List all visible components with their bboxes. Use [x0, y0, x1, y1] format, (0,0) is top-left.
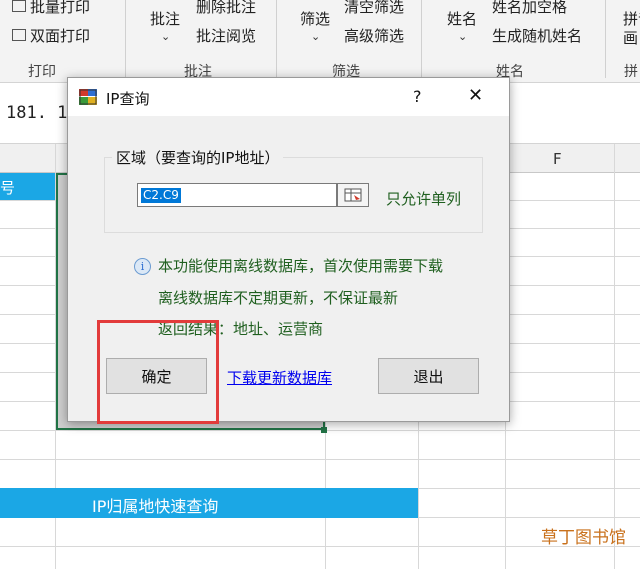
range-value: C2.C9	[141, 188, 181, 203]
delete-comment-button[interactable]: 删除批注	[196, 0, 256, 17]
duplex-icon	[12, 29, 26, 41]
group-label-print: 打印	[28, 64, 56, 80]
pinyin-button[interactable]: 拼音	[623, 8, 640, 29]
ribbon-separator	[421, 0, 422, 78]
range-select-icon	[344, 188, 362, 202]
info-line-1: 本功能使用离线数据库，首次使用需要下载	[158, 257, 444, 275]
dialog-titlebar[interactable]: IP查询 ? ✕	[68, 78, 509, 116]
grid-line	[0, 430, 640, 431]
batch-print-button[interactable]: 批量打印	[12, 0, 90, 17]
watermark-text: 草丁图书馆	[541, 528, 626, 548]
filter-button[interactable]: 筛选	[300, 8, 330, 29]
duplex-print-button[interactable]: 双面打印	[12, 25, 90, 46]
chevron-down-icon: ⌄	[458, 30, 468, 43]
group-label-pinyin: 拼	[624, 64, 638, 80]
range-input[interactable]: C2.C9	[137, 183, 337, 207]
header-cell[interactable]: 号	[0, 173, 55, 200]
pinyin-button-line2: 画	[623, 29, 639, 47]
blue-title-cell[interactable]: IP归属地快速查询	[0, 488, 418, 518]
name-add-space-button[interactable]: 姓名加空格	[492, 0, 567, 17]
info-icon: i	[134, 258, 151, 275]
grid-line	[0, 459, 640, 460]
ribbon-separator	[125, 0, 126, 78]
column-header-f[interactable]: F	[553, 150, 562, 168]
ribbon: 批量打印 双面打印 打印 批注 ⌄ 删除批注 批注阅览 批注 筛选 ⌄ 清空筛选…	[0, 0, 640, 83]
random-name-button[interactable]: 生成随机姓名	[492, 25, 582, 46]
highlight-box	[97, 320, 219, 424]
single-column-note: 只允许单列	[386, 190, 462, 208]
ribbon-separator	[605, 0, 606, 78]
advanced-filter-button[interactable]: 高级筛选	[344, 25, 404, 46]
name-button[interactable]: 姓名	[447, 8, 477, 29]
download-database-link[interactable]: 下载更新数据库	[227, 367, 332, 388]
exit-button[interactable]: 退出	[378, 358, 479, 394]
print-icon	[12, 0, 26, 12]
range-group-label: 区域（要查询的IP地址）	[112, 147, 284, 168]
ribbon-separator	[276, 0, 277, 78]
chevron-down-icon: ⌄	[161, 30, 171, 43]
chevron-down-icon: ⌄	[311, 30, 321, 43]
review-comment-button[interactable]: 批注阅览	[196, 25, 256, 46]
grid-line	[614, 144, 615, 569]
watermark: 草丁图书馆	[541, 523, 626, 548]
close-icon[interactable]: ✕	[468, 85, 483, 106]
range-picker-button[interactable]	[337, 183, 369, 207]
clear-filter-button[interactable]: 清空筛选	[344, 0, 404, 17]
comment-button[interactable]: 批注	[150, 8, 180, 29]
help-button[interactable]: ?	[413, 87, 422, 106]
app-icon	[79, 89, 97, 105]
dialog-title: IP查询	[106, 90, 150, 108]
fill-handle[interactable]	[321, 427, 327, 433]
info-line-2: 离线数据库不定期更新，不保证最新	[158, 289, 399, 307]
